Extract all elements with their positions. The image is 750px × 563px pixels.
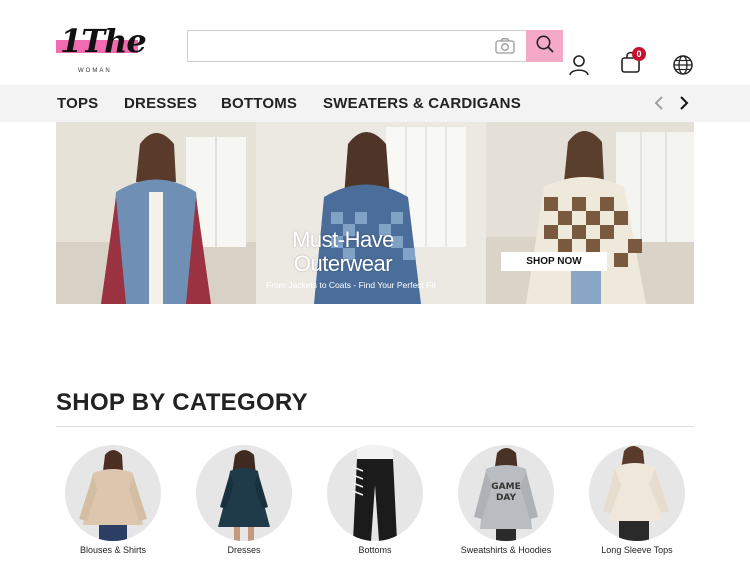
nav-item-bottoms[interactable]: BOTTOMS xyxy=(221,95,297,112)
banner-headline-line2: Outerwear xyxy=(293,251,393,276)
globe-icon[interactable] xyxy=(671,53,695,77)
category-image: GAME DAY xyxy=(458,445,554,541)
banner-image xyxy=(56,122,694,304)
banner-headline: Must-Have Outerwear xyxy=(268,228,418,276)
category-blouses-shirts[interactable]: Blouses & Shirts xyxy=(65,445,161,555)
shop-now-button[interactable]: SHOP NOW xyxy=(501,252,607,271)
category-dresses[interactable]: Dresses xyxy=(196,445,292,555)
category-bottoms[interactable]: Bottoms xyxy=(327,445,423,555)
logo-subtext: WOMAN xyxy=(78,68,112,74)
chevron-right-icon[interactable] xyxy=(676,93,692,113)
category-image xyxy=(65,445,161,541)
hero-banner[interactable]: Must-Have Outerwear From Jackets to Coat… xyxy=(56,122,694,304)
search-icon xyxy=(535,34,555,59)
category-image xyxy=(327,445,423,541)
svg-text:DAY: DAY xyxy=(496,493,517,503)
category-image xyxy=(589,445,685,541)
search-bar xyxy=(187,30,563,62)
brand-logo[interactable]: 1The WOMAN xyxy=(56,22,147,78)
svg-text:GAME: GAME xyxy=(491,482,520,492)
nav-item-tops[interactable]: TOPS xyxy=(57,95,98,112)
account-icon[interactable] xyxy=(567,53,591,77)
site-header: 1The WOMAN 0 xyxy=(0,0,750,85)
logo-text: 1The xyxy=(60,22,147,60)
chevron-left-icon[interactable] xyxy=(652,93,668,113)
cart-count-badge: 0 xyxy=(632,47,646,61)
category-label: Long Sleeve Tops xyxy=(601,545,673,555)
category-long-sleeve-tops[interactable]: Long Sleeve Tops xyxy=(589,445,685,555)
search-input[interactable] xyxy=(188,31,488,61)
category-sweatshirts-hoodies[interactable]: GAME DAY Sweatshirts & Hoodies xyxy=(458,445,554,555)
nav-item-dresses[interactable]: DRESSES xyxy=(124,95,197,112)
nav-item-sweaters-cardigans[interactable]: SWEATERS & CARDIGANS xyxy=(323,95,521,112)
category-nav: TOPS DRESSES BOTTOMS SWEATERS & CARDIGAN… xyxy=(0,85,750,122)
banner-subline: From Jackets to Coats - Find Your Perfec… xyxy=(266,280,436,290)
section-title: SHOP BY CATEGORY xyxy=(56,389,308,416)
search-button[interactable] xyxy=(526,30,563,62)
section-divider xyxy=(56,426,694,427)
banner-headline-line1: Must-Have xyxy=(292,227,394,252)
camera-icon[interactable] xyxy=(494,37,516,55)
category-image xyxy=(196,445,292,541)
